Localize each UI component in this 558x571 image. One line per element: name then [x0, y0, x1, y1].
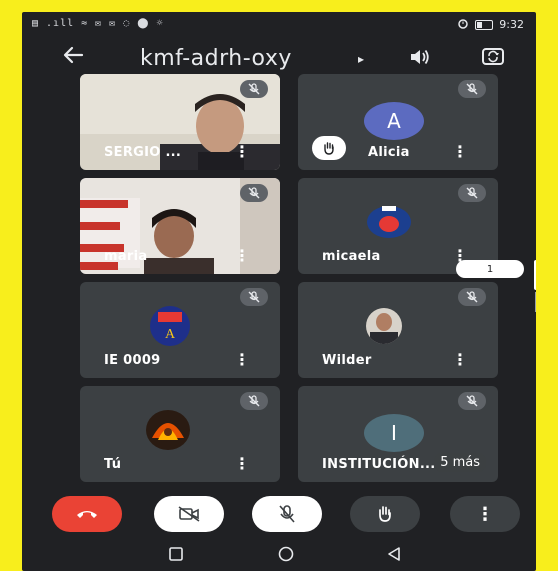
- system-nav-bar: [22, 542, 536, 571]
- end-call-button[interactable]: [52, 496, 122, 532]
- more-vertical-icon[interactable]: ⋮: [234, 248, 250, 264]
- participant-name: SERGIO ...: [104, 145, 182, 160]
- more-options-button[interactable]: ⋮: [450, 496, 520, 532]
- avatar: A: [364, 102, 424, 140]
- svg-text:A: A: [165, 327, 176, 342]
- mic-off-icon: [240, 80, 268, 98]
- more-participants-badge[interactable]: 5 más: [434, 453, 486, 472]
- mic-toggle-button[interactable]: [252, 496, 322, 532]
- clock: 9:32: [499, 18, 524, 31]
- participant-tile-institucion[interactable]: I INSTITUCIÓN... 5 más: [298, 386, 498, 482]
- meeting-code[interactable]: kmf-adrh-oxy: [140, 46, 292, 71]
- call-controls: ⋮: [22, 496, 536, 540]
- school-logo-icon: [367, 206, 411, 238]
- more-vertical-icon[interactable]: ⋮: [452, 144, 468, 160]
- more-vertical-icon[interactable]: ⋮: [234, 144, 250, 160]
- avatar: [366, 308, 402, 344]
- participant-tile-maria[interactable]: maria ⋮: [80, 178, 280, 274]
- mic-off-icon: [279, 505, 295, 523]
- mic-off-icon: [458, 392, 486, 410]
- raise-hand-button[interactable]: [350, 496, 420, 532]
- avatar: [146, 410, 190, 450]
- end-call-icon: [77, 511, 97, 518]
- caret-right-icon[interactable]: ▸: [358, 52, 364, 66]
- participant-tile-self[interactable]: Tú ⋮: [80, 386, 280, 482]
- status-bar: ▤ .ıll ≈ ✉ ✉ ◌ ⬤ ☼ 9:32: [22, 12, 536, 38]
- participant-tile-sergio[interactable]: SERGIO ... ⋮: [80, 74, 280, 170]
- scrollbar-track: [535, 292, 536, 312]
- participant-name: maria: [104, 249, 148, 264]
- camera-toggle-button[interactable]: [154, 496, 224, 532]
- more-vertical-icon[interactable]: ⋮: [234, 352, 250, 368]
- participant-name: Wilder: [322, 353, 372, 368]
- participant-name: IE 0009: [104, 353, 161, 368]
- avatar: I: [364, 414, 424, 452]
- more-vertical-icon[interactable]: ⋮: [234, 456, 250, 472]
- participant-name: micaela: [322, 249, 381, 264]
- participant-name: Alicia: [368, 145, 410, 160]
- raise-hand-icon: [379, 506, 391, 522]
- battery-icon: [475, 19, 494, 30]
- participant-tile-wilder[interactable]: Wilder ⋮: [298, 282, 498, 378]
- mic-off-icon: [458, 184, 486, 202]
- mic-off-icon: [458, 80, 486, 98]
- alarm-icon: [457, 17, 469, 32]
- mic-off-icon: [240, 392, 268, 410]
- camera-off-icon: [178, 506, 200, 522]
- more-vertical-icon: ⋮: [476, 503, 494, 525]
- scrollbar-thumb[interactable]: [534, 260, 536, 290]
- recent-apps-icon[interactable]: [168, 546, 184, 566]
- participant-tile-alicia[interactable]: A Alicia ⋮: [298, 74, 498, 170]
- more-vertical-icon[interactable]: ⋮: [452, 352, 468, 368]
- participant-name: INSTITUCIÓN...: [322, 457, 436, 472]
- back-triangle-icon[interactable]: [386, 546, 402, 566]
- scroll-page-indicator: 1: [456, 260, 524, 278]
- status-icons: ▤ .ıll ≈ ✉ ✉ ◌ ⬤ ☼: [32, 18, 164, 29]
- home-icon[interactable]: [276, 546, 296, 566]
- mic-off-icon: [240, 288, 268, 306]
- speaker-icon[interactable]: [408, 46, 432, 72]
- participant-name: Tú: [104, 457, 122, 472]
- back-arrow-icon[interactable]: [62, 44, 84, 72]
- phone-screen: ▤ .ıll ≈ ✉ ✉ ◌ ⬤ ☼ 9:32 kmf-adrh-oxy ▸ S…: [22, 12, 536, 571]
- school-logo-icon: A: [150, 306, 190, 346]
- participant-tile-ie-0009[interactable]: A IE 0009 ⋮: [80, 282, 280, 378]
- mic-off-icon: [240, 184, 268, 202]
- switch-camera-icon[interactable]: [480, 44, 506, 72]
- raise-hand-icon: [312, 136, 346, 160]
- mic-off-icon: [458, 288, 486, 306]
